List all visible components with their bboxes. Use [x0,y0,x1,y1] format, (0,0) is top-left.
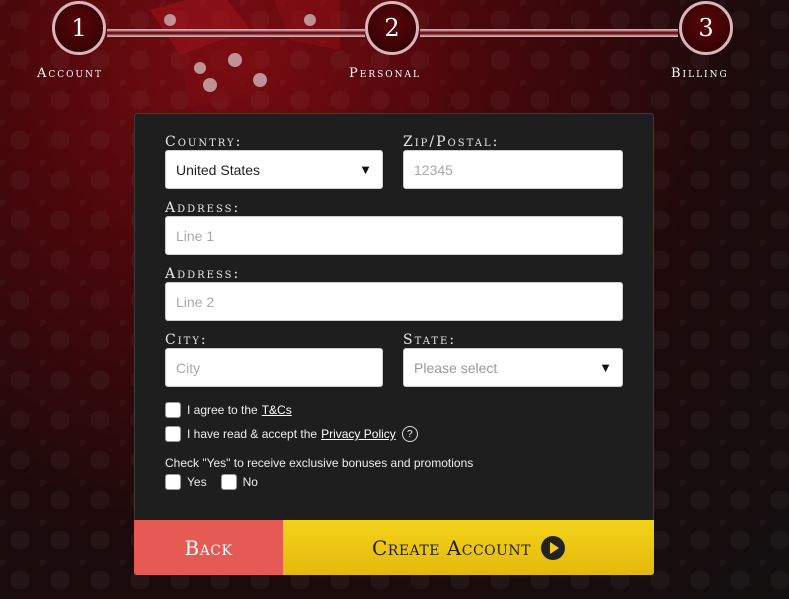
progress-line-1 [107,29,365,37]
country-label: Country: [165,134,243,150]
zip-label: Zip/Postal: [403,134,500,150]
progress-line-2 [420,29,678,37]
chevron-down-icon: ▼ [599,360,612,375]
play-icon [541,535,566,560]
privacy-checkbox[interactable] [165,426,181,442]
yes-label: Yes [187,475,207,489]
address2-label: Address: [165,266,241,282]
country-select[interactable]: United States ▼ [165,150,383,189]
promo-text: Check "Yes" to receive exclusive bonuses… [165,456,474,470]
address-line2-input[interactable] [165,282,623,321]
step-1-label: Account [37,66,104,81]
registration-form: Country: United States ▼ Zip/Postal: Add… [134,113,654,575]
back-button[interactable]: Back [134,520,283,575]
tc-checkbox[interactable] [165,402,181,418]
no-label: No [242,475,258,489]
country-value: United States [176,161,261,178]
tc-link[interactable]: T&Cs [262,403,292,417]
state-placeholder: Please select [414,359,498,376]
zip-input[interactable] [403,150,623,189]
address-line1-input[interactable] [165,216,623,255]
state-label: State: [403,332,457,348]
promo-options: Yes No [165,474,258,490]
step-1-number: 1 [71,14,87,42]
yes-checkbox[interactable] [165,474,181,490]
step-3-circle: 3 [679,1,733,55]
tc-row: I agree to the T&Cs [165,402,292,418]
tc-text: I agree to the [187,403,258,417]
privacy-text: I have read & accept the [187,427,318,441]
step-2-circle: 2 [365,1,419,55]
create-account-button[interactable]: Create Account [283,520,654,575]
step-1-circle: 1 [52,1,106,55]
create-account-label: Create Account [371,535,532,560]
step-3-number: 3 [698,14,714,42]
help-icon[interactable]: ? [401,426,418,442]
no-checkbox[interactable] [220,474,237,490]
city-label: City: [165,332,208,348]
dice-decoration [150,0,340,108]
privacy-link[interactable]: Privacy Policy [321,427,396,441]
back-button-label: Back [184,535,233,560]
address1-label: Address: [165,200,241,216]
privacy-row: I have read & accept the Privacy Policy … [165,426,418,442]
step-3-label: Billing [671,66,729,81]
step-2-label: Personal [349,66,421,81]
step-2-number: 2 [384,14,400,42]
state-select[interactable]: Please select ▼ [403,348,623,387]
city-input[interactable] [165,348,383,387]
chevron-down-icon: ▼ [359,162,372,177]
